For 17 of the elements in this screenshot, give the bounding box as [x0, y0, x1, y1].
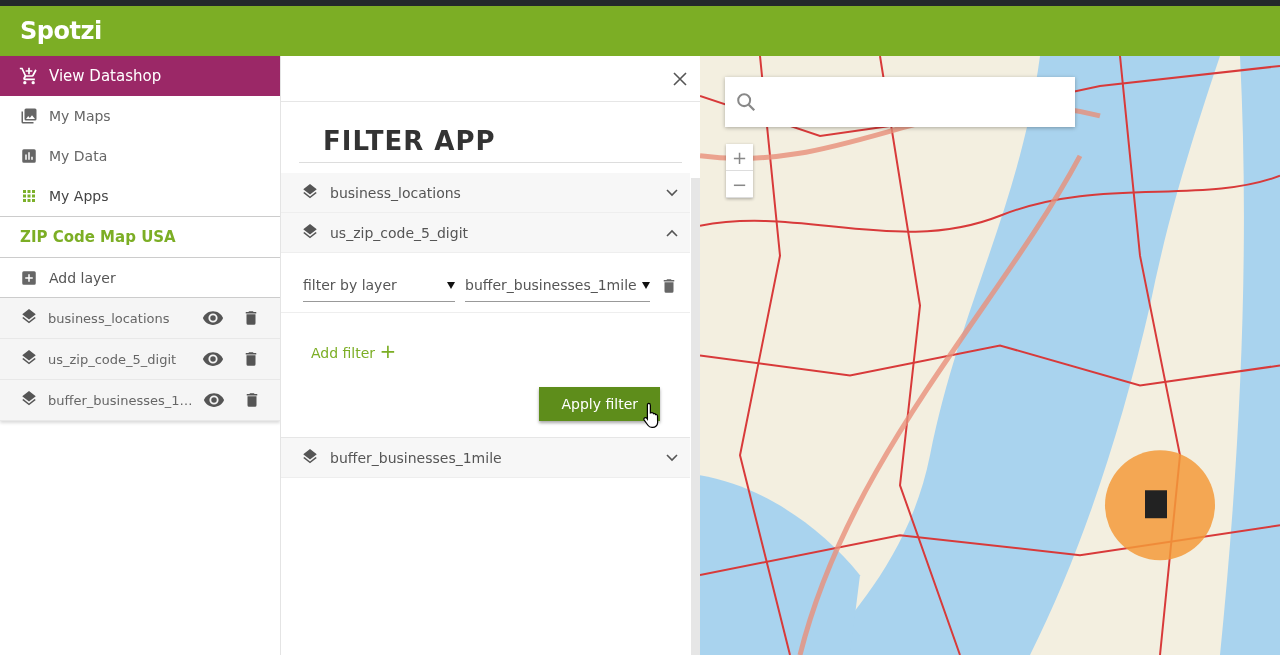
- layer-name[interactable]: us_zip_code_5_digit: [48, 351, 192, 367]
- apply-filter-button[interactable]: Apply filter: [539, 387, 660, 421]
- field-select[interactable]: filter by layer: [303, 269, 455, 302]
- panel-title: FILTER APP: [299, 102, 682, 163]
- layer-section-header[interactable]: us_zip_code_5_digit: [281, 213, 690, 253]
- nav-item[interactable]: My Data: [0, 136, 280, 176]
- nav-item[interactable]: My Maps: [0, 96, 280, 136]
- nav-item[interactable]: My Apps: [0, 176, 280, 216]
- layer-name[interactable]: buffer_businesses_1…: [48, 392, 193, 408]
- zoom-in-button[interactable]: +: [726, 144, 753, 171]
- layer-section-header[interactable]: business_locations: [281, 173, 690, 213]
- datashop-button[interactable]: View Datashop: [0, 56, 280, 96]
- zoom-out-button[interactable]: −: [726, 171, 753, 198]
- layer-section-header[interactable]: buffer_businesses_1mile: [281, 438, 690, 478]
- add-layer-button[interactable]: Add layer: [0, 258, 280, 298]
- layer-select[interactable]: buffer_businesses_1mile: [465, 269, 650, 302]
- layer-name[interactable]: business_locations: [48, 310, 192, 326]
